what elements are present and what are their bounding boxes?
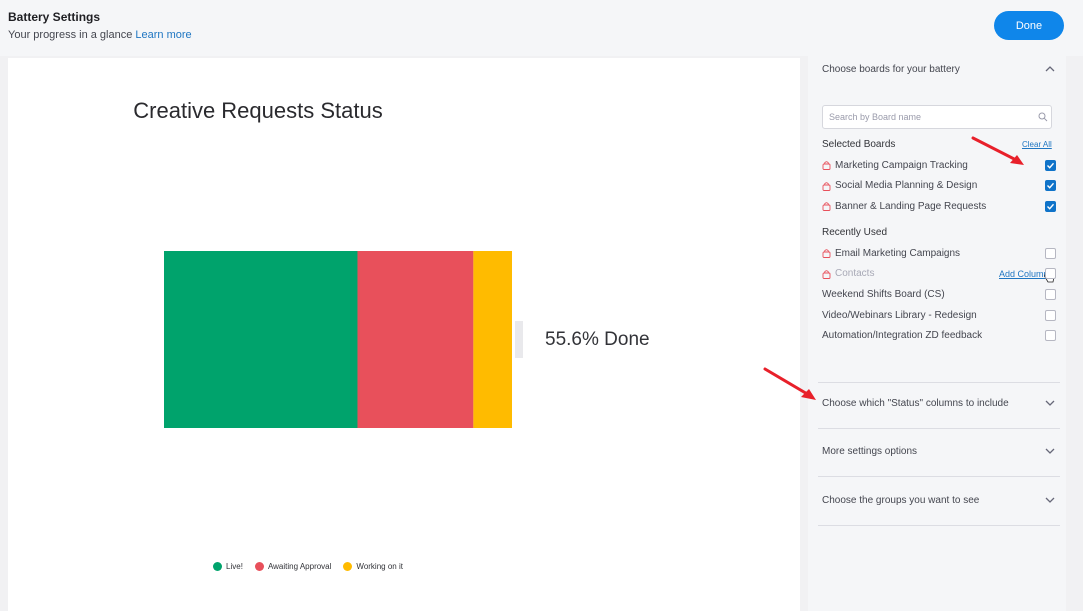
legend-item: Awaiting Approval <box>254 562 332 571</box>
check-icon <box>1047 203 1055 210</box>
annotation-arrow-icon <box>971 136 1024 165</box>
board-name: Social Media Planning & Design <box>835 180 978 192</box>
board-checkbox[interactable] <box>1045 309 1056 321</box>
board-name: Video/Webinars Library - Redesign <box>822 309 977 321</box>
status-columns-section-header[interactable]: Choose which "Status" columns to include <box>822 397 1056 409</box>
battery-chart <box>164 251 523 428</box>
check-icon <box>1047 162 1055 169</box>
lock-icon <box>822 181 831 191</box>
board-name: Banner & Landing Page Requests <box>835 200 987 212</box>
top-bar: Battery Settings Your progress in a glan… <box>0 0 1083 56</box>
selected-boards-label: Selected Boards <box>822 139 896 150</box>
battery-segment-awaiting-approval <box>357 251 474 428</box>
legend-label: Awaiting Approval <box>267 562 332 571</box>
page-subtitle: Your progress in a glance Learn more <box>8 29 192 41</box>
chart-legend: Live! Awaiting Approval Working on it <box>8 562 608 571</box>
board-name: Email Marketing Campaigns <box>835 247 961 259</box>
legend-label: Live! <box>226 562 243 571</box>
board-search-input[interactable] <box>822 105 1052 129</box>
groups-section-title: Choose the groups you want to see <box>822 494 980 506</box>
board-name: Automation/Integration ZD feedback <box>822 330 983 342</box>
more-settings-section-header[interactable]: More settings options <box>822 445 1056 457</box>
board-row[interactable]: Social Media Planning & Design <box>822 178 1056 194</box>
board-row[interactable]: Weekend Shifts Board (CS) <box>822 286 1056 302</box>
board-checkbox[interactable] <box>1045 180 1056 192</box>
chevron-down-icon <box>1045 448 1055 454</box>
chevron-down-icon <box>1045 400 1055 406</box>
legend-dot <box>343 562 353 571</box>
divider <box>818 382 1060 383</box>
legend-label: Working on it <box>356 562 403 571</box>
board-checkbox[interactable] <box>1045 200 1056 212</box>
more-settings-section-title: More settings options <box>822 445 918 457</box>
board-checkbox[interactable] <box>1045 159 1056 171</box>
lock-icon <box>822 161 831 170</box>
board-name: Weekend Shifts Board (CS) <box>822 288 945 300</box>
legend-item: Working on it <box>343 562 403 571</box>
lock-icon <box>822 269 831 279</box>
board-row[interactable]: Video/Webinars Library - Redesign <box>822 307 1056 323</box>
done-button[interactable]: Done <box>994 11 1064 40</box>
board-row[interactable]: Banner & Landing Page Requests <box>822 198 1056 214</box>
board-checkbox[interactable] <box>1045 288 1056 300</box>
groups-section-header[interactable]: Choose the groups you want to see <box>822 494 1056 506</box>
divider <box>818 476 1060 477</box>
check-icon <box>1047 183 1055 189</box>
legend-dot <box>213 562 223 571</box>
lock-icon <box>822 249 831 258</box>
learn-more-link[interactable]: Learn more <box>135 29 191 41</box>
page-title: Battery Settings <box>8 10 101 24</box>
boards-section-header[interactable]: Choose boards for your battery <box>822 63 1056 75</box>
battery-cap <box>515 321 523 358</box>
board-row[interactable]: Contacts <box>822 266 1056 282</box>
board-checkbox[interactable] <box>1045 268 1056 280</box>
divider <box>818 428 1060 429</box>
legend-item: Live! <box>213 562 243 571</box>
boards-section-title: Choose boards for your battery <box>822 63 960 75</box>
board-checkbox[interactable] <box>1045 330 1056 342</box>
battery-segment-live <box>164 251 358 428</box>
chevron-up-icon <box>1045 66 1055 72</box>
divider <box>818 525 1060 526</box>
search-icon <box>1038 112 1048 122</box>
lock-icon <box>822 202 831 212</box>
board-checkbox[interactable] <box>1045 247 1056 259</box>
chart-panel: Creative Requests Status 55.6% Done Live… <box>8 58 800 611</box>
board-name: Contacts <box>835 268 875 280</box>
battery-segment-working-on-it <box>473 251 512 428</box>
legend-dot <box>254 562 264 571</box>
board-row[interactable]: Automation/Integration ZD feedback <box>822 328 1056 344</box>
subtitle-text: Your progress in a glance <box>8 29 133 41</box>
board-row[interactable]: Email Marketing Campaigns <box>822 245 1056 261</box>
done-percentage: 55.6% Done <box>545 329 650 350</box>
chevron-down-icon <box>1045 497 1055 503</box>
annotation-arrow-icon <box>763 367 816 400</box>
status-columns-section-title: Choose which "Status" columns to include <box>822 397 1009 409</box>
recently-used-label: Recently Used <box>822 227 888 238</box>
